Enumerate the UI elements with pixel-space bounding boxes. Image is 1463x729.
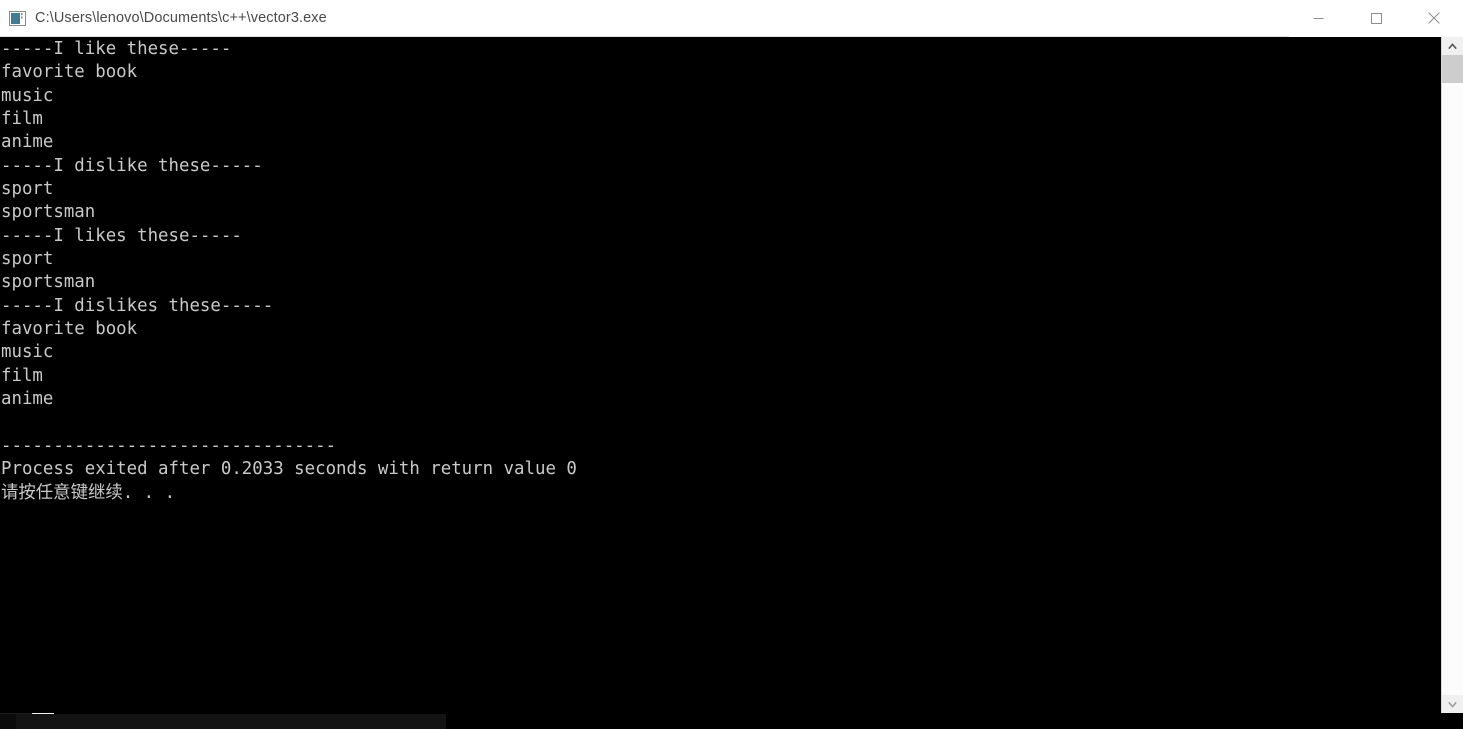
console-output-area[interactable]: -----I like these----- favorite book mus… bbox=[0, 37, 1441, 713]
window-title: C:\Users\lenovo\Documents\c++\vector3.ex… bbox=[35, 10, 327, 26]
chevron-down-icon bbox=[1448, 701, 1457, 708]
minimize-button[interactable] bbox=[1289, 0, 1347, 37]
vertical-scroll-thumb[interactable] bbox=[1442, 55, 1463, 83]
console-output-text: -----I like these----- favorite book mus… bbox=[1, 39, 577, 503]
console-window: C:\Users\lenovo\Documents\c++\vector3.ex… bbox=[0, 0, 1463, 729]
horizontal-scroll-thumb[interactable] bbox=[16, 714, 446, 729]
title-bar[interactable]: C:\Users\lenovo\Documents\c++\vector3.ex… bbox=[0, 0, 1463, 37]
scroll-left-button[interactable] bbox=[0, 714, 16, 729]
console-app-icon bbox=[9, 10, 26, 26]
close-button[interactable] bbox=[1405, 0, 1463, 37]
maximize-button[interactable] bbox=[1347, 0, 1405, 37]
bottom-row bbox=[0, 713, 1463, 729]
window-controls bbox=[1289, 0, 1463, 37]
horizontal-scrollbar[interactable] bbox=[0, 713, 446, 729]
vertical-scroll-track[interactable] bbox=[1442, 55, 1463, 695]
scroll-up-button[interactable] bbox=[1442, 37, 1463, 55]
vertical-scrollbar[interactable] bbox=[1441, 37, 1463, 713]
title-bar-left: C:\Users\lenovo\Documents\c++\vector3.ex… bbox=[0, 10, 1289, 26]
console-body: -----I like these----- favorite book mus… bbox=[0, 37, 1463, 713]
scroll-down-button[interactable] bbox=[1442, 695, 1463, 713]
chevron-up-icon bbox=[1448, 42, 1457, 49]
